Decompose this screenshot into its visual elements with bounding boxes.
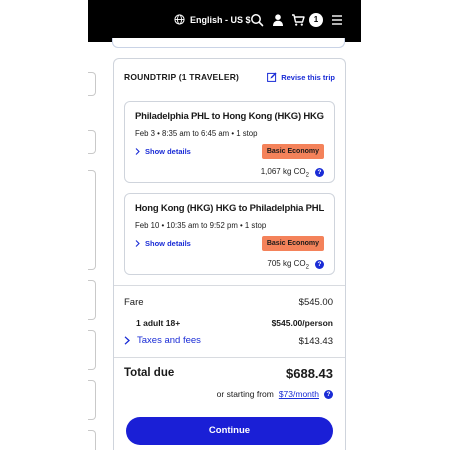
traveler-label: 1 adult 18+	[136, 318, 181, 328]
left-panel-item	[88, 72, 96, 96]
financing-offer: or starting from $73/month ?	[217, 389, 333, 399]
search-icon[interactable]	[250, 13, 264, 27]
fare-value: $545.00	[298, 297, 333, 308]
flight-card-return: Hong Kong (HKG) HKG to Philadelphia PHL …	[124, 193, 335, 275]
revise-trip-label: Revise this trip	[281, 72, 335, 82]
cart-count-badge[interactable]: 1	[309, 13, 323, 27]
page-background-right	[361, 0, 450, 450]
flight-times: Feb 10 • 10:35 am to 9:52 pm • 1 stop	[135, 221, 267, 230]
show-details-link[interactable]: Show details	[135, 239, 191, 248]
language-selector[interactable]: English - US $	[174, 14, 251, 25]
co2-value: 705 kg CO2	[267, 259, 309, 271]
taxes-value: $143.43	[298, 336, 333, 347]
continue-button[interactable]: Continue	[126, 417, 333, 445]
flight-card-outbound: Philadelphia PHL to Hong Kong (HKG) HKG …	[124, 101, 335, 183]
fare-label: Fare	[124, 297, 144, 308]
chevron-right-icon	[124, 336, 130, 345]
revise-trip-link[interactable]: Revise this trip	[267, 72, 335, 82]
fare-class-badge: Basic Economy	[261, 144, 324, 159]
trip-summary-card: ROUNDTRIP (1 TRAVELER) Revise this trip …	[113, 58, 346, 450]
help-icon[interactable]: ?	[315, 168, 324, 178]
previous-card-edge	[112, 38, 345, 48]
left-panel-edge	[88, 42, 102, 450]
language-label: English - US $	[190, 14, 251, 25]
top-header: English - US $ 1	[88, 0, 361, 42]
monthly-payment-link[interactable]: $73/month	[279, 389, 319, 399]
flight-route: Hong Kong (HKG) HKG to Philadelphia PHL	[135, 203, 325, 214]
co2-subscript: 2	[305, 264, 309, 271]
hamburger-menu-icon[interactable]	[330, 13, 344, 27]
edit-icon	[267, 72, 277, 82]
divider	[114, 285, 345, 286]
globe-icon	[174, 14, 185, 25]
show-details-label: Show details	[145, 147, 191, 156]
user-account-icon[interactable]	[271, 13, 285, 27]
show-details-label: Show details	[145, 239, 191, 248]
co2-amount: 1,067 kg CO	[260, 167, 306, 176]
co2-emissions: 705 kg CO2 ?	[267, 259, 324, 271]
left-panel-item	[88, 330, 96, 370]
left-panel-item	[88, 280, 96, 320]
chevron-right-icon	[135, 240, 140, 247]
flight-times: Feb 3 • 8:35 am to 6:45 am • 1 stop	[135, 129, 258, 138]
left-panel-item	[88, 380, 96, 420]
trip-type-title: ROUNDTRIP (1 TRAVELER)	[124, 72, 240, 82]
taxes-label: Taxes and fees	[137, 335, 201, 346]
divider	[114, 357, 345, 358]
co2-amount: 705 kg CO	[267, 259, 306, 268]
starting-from-label: or starting from	[216, 389, 274, 399]
total-due-label: Total due	[124, 367, 175, 379]
cart-icon[interactable]	[291, 13, 305, 27]
flight-route: Philadelphia PHL to Hong Kong (HKG) HKG	[135, 111, 324, 122]
left-panel-item	[88, 130, 96, 154]
taxes-fees-toggle[interactable]: Taxes and fees	[124, 335, 201, 346]
co2-subscript: 2	[305, 172, 309, 179]
co2-emissions: 1,067 kg CO2 ?	[261, 167, 324, 179]
left-panel-item	[88, 170, 96, 270]
co2-value: 1,067 kg CO2	[261, 167, 309, 179]
page-background-left	[0, 0, 88, 450]
chevron-right-icon	[135, 148, 140, 155]
help-icon[interactable]: ?	[315, 260, 324, 270]
show-details-link[interactable]: Show details	[135, 147, 191, 156]
traveler-value: $545.00/person	[271, 318, 333, 328]
fare-class-badge: Basic Economy	[261, 236, 324, 251]
help-icon[interactable]: ?	[324, 389, 333, 399]
left-panel-item	[88, 430, 96, 450]
total-due-value: $688.43	[286, 366, 333, 381]
